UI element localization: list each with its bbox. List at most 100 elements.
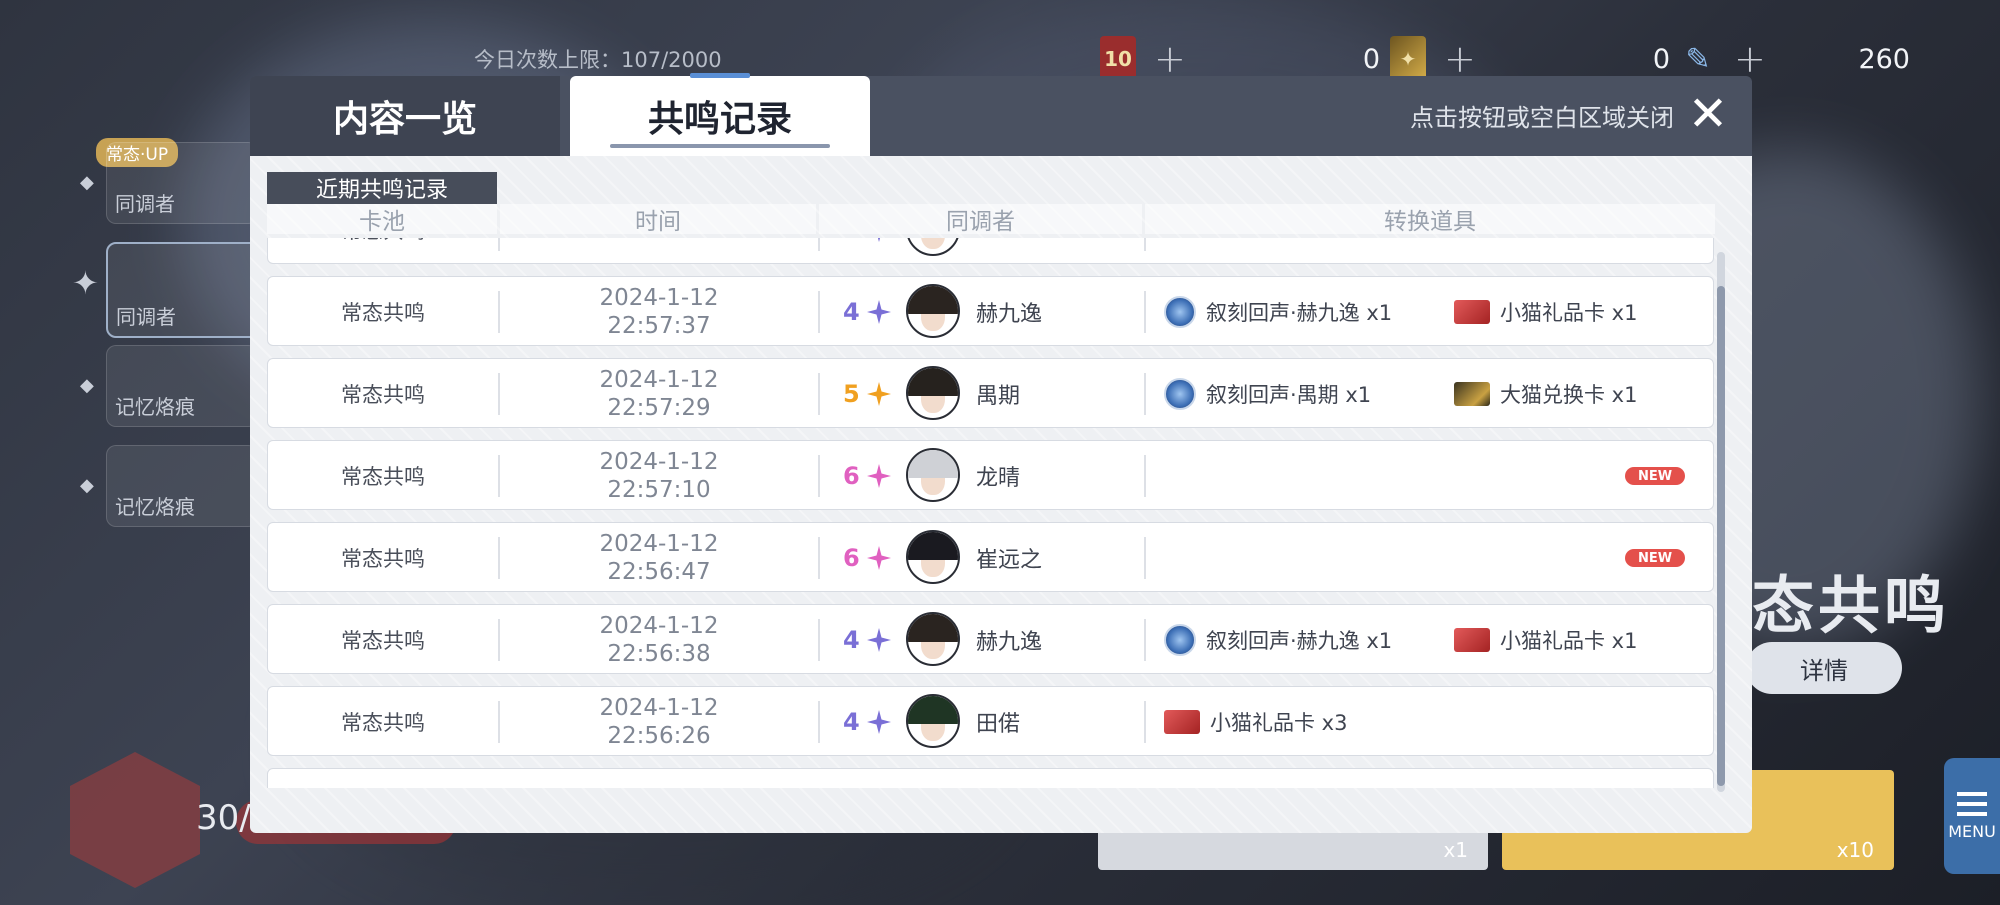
- synchronizer-name: 田偌: [976, 712, 1021, 737]
- record-clock: 22:56:26: [607, 723, 711, 749]
- column-header-time: 时间: [500, 204, 816, 235]
- add-gold-ticket-button[interactable]: +: [1444, 37, 1476, 81]
- column-header-synchronizer: 同调者: [819, 204, 1142, 235]
- record-date: 2024-1-12: [599, 695, 719, 721]
- pool-card-3[interactable]: 记忆烙痕: [106, 345, 258, 427]
- synchronizer-avatar: [906, 612, 960, 666]
- pool-card-2[interactable]: 同调者: [106, 242, 260, 338]
- column-divider: [818, 455, 820, 497]
- synchronizer-avatar: [906, 284, 960, 338]
- rarity-star-icon: [866, 546, 891, 570]
- tab-history[interactable]: 共鸣记录: [570, 73, 870, 156]
- record-pool: 常态共鸣: [341, 711, 425, 735]
- synchronizer-avatar: [906, 448, 960, 502]
- record-clock: 22:57:29: [607, 395, 711, 421]
- card-item: 小猫礼品卡 x3: [1164, 687, 1347, 757]
- synchronizer-avatar: [906, 238, 960, 256]
- column-divider: [818, 373, 820, 415]
- record-pool: 常态共鸣: [341, 301, 425, 325]
- record-pool: 常态共鸣: [268, 238, 498, 265]
- gold-ticket-amount: 0: [1652, 43, 1670, 75]
- gift-card-icon: [1164, 710, 1200, 734]
- close-icon[interactable]: ✕: [1684, 90, 1732, 138]
- record-time: 2024-1-12 22:56:38: [500, 605, 818, 675]
- section-label: 近期共鸣记录: [267, 172, 497, 204]
- tab-overview[interactable]: 内容一览: [250, 76, 560, 156]
- card-item: 小猫礼品卡 x1: [1454, 605, 1637, 675]
- record-row: 常态共鸣 2024-1-12 22:57:29 5 禺期 叙刻回声·禺期 x1 大猫兑换卡 …: [267, 358, 1714, 428]
- rarity-star-icon: [866, 464, 891, 488]
- record-row: 常态共鸣 2024-1-12 22:57:10 6 龙晴 NEW: [267, 440, 1714, 510]
- record-rarity: 6: [843, 523, 893, 593]
- nav-star-icon: ✦: [72, 264, 99, 302]
- modal-body: 近期共鸣记录 卡池 时间 同调者 转换道具 常态共鸣22:57:454常态共鸣2…: [250, 156, 1752, 833]
- rarity-star-icon: [877, 238, 880, 242]
- exchange-card-icon: [1454, 628, 1490, 652]
- column-divider: [818, 238, 820, 251]
- column-header-pool: 卡池: [267, 204, 497, 235]
- echo-item: 叙刻回声·赫九逸 x1: [1164, 277, 1392, 347]
- scrollbar-thumb[interactable]: [1717, 286, 1725, 786]
- record-rarity: 4: [843, 238, 893, 265]
- record-pool: 常态共鸣: [341, 465, 425, 489]
- pull-ten-count: x10: [1836, 838, 1874, 862]
- detail-button[interactable]: 详情: [1746, 642, 1902, 694]
- pool-card-1[interactable]: 同调者: [106, 142, 258, 224]
- modal-header: 内容一览 共鸣记录 点击按钮或空白区域关闭 ✕: [250, 73, 1752, 156]
- echo-item: 叙刻回声·赫九逸 x1: [1164, 605, 1392, 675]
- record-clock: 22:57:37: [607, 313, 711, 339]
- rarity-star-icon: [866, 382, 891, 406]
- mode-title: 态共鸣: [1752, 569, 1951, 642]
- nav-dot: ◆: [80, 375, 94, 396]
- ticket-10-amount: 0: [1362, 43, 1380, 75]
- echo-icon: [1164, 296, 1196, 328]
- record-date: 2024-1-12: [599, 449, 719, 475]
- record-rarity: 4: [843, 277, 893, 347]
- menu-button[interactable]: MENU: [1944, 758, 2000, 874]
- tab-underline: [610, 144, 830, 148]
- record-date: 2024-1-12: [599, 531, 719, 557]
- record-time: 2024-1-12 22:57:29: [500, 359, 818, 429]
- menu-icon: [1957, 791, 1987, 816]
- record-row: 常态共鸣 2024-1-12 22:56:26 4 田偌 小猫礼品卡 x3: [267, 686, 1714, 756]
- column-divider: [818, 701, 820, 743]
- column-divider: [1144, 373, 1146, 415]
- record-time: 2024-1-12 22:57:37: [500, 277, 818, 347]
- pen-amount: 260: [1858, 43, 1910, 75]
- add-ticket-10-button[interactable]: +: [1154, 37, 1186, 81]
- new-badge: NEW: [1625, 467, 1685, 485]
- column-divider: [1144, 238, 1146, 251]
- column-divider: [1144, 291, 1146, 333]
- synchronizer-name: 禺期: [976, 384, 1021, 409]
- record-clock: 22:56:47: [607, 559, 711, 585]
- nav-dot: ◆: [80, 172, 94, 193]
- exchange-card-icon: [1454, 300, 1490, 324]
- record-time: 2024-1-12 22:56:26: [500, 687, 818, 757]
- close-hint: 点击按钮或空白区域关闭: [1410, 104, 1674, 132]
- history-modal: 内容一览 共鸣记录 点击按钮或空白区域关闭 ✕ 近期共鸣记录 卡池 时间 同调者…: [250, 73, 1752, 833]
- record-clock: 22:57:10: [607, 477, 711, 503]
- record-date: 2024-1-12: [599, 367, 719, 393]
- record-rarity: 6: [843, 441, 893, 511]
- synchronizer-name: 龙晴: [976, 466, 1021, 491]
- record-row: 常态共鸣 2024-1-12 22:56:47 6 崔远之 NEW: [267, 522, 1714, 592]
- column-divider: [818, 291, 820, 333]
- add-pen-button[interactable]: +: [1734, 37, 1766, 81]
- card-item: 大猫兑换卡 x1: [1454, 359, 1637, 429]
- synchronizer-avatar: [906, 530, 960, 584]
- echo-item: 叙刻回声·禺期 x1: [1164, 359, 1371, 429]
- record-pool: 常态共鸣: [341, 383, 425, 407]
- echo-icon: [1164, 624, 1196, 656]
- synchronizer-name: 赫九逸: [976, 630, 1043, 655]
- synchronizer-name: 赫九逸: [976, 302, 1043, 327]
- record-clock: 22:57:45: [607, 238, 710, 244]
- pool-card-4[interactable]: 记忆烙痕: [106, 445, 258, 527]
- daily-limit-text: 今日次数上限：107/2000: [474, 48, 722, 72]
- record-list[interactable]: 常态共鸣22:57:454常态共鸣2024-1-1222:57:374赫九逸叙刻…: [267, 238, 1717, 788]
- record-pool: 常态共鸣: [341, 547, 425, 571]
- resource-count: 30/: [196, 798, 251, 838]
- column-divider: [1144, 619, 1146, 661]
- column-divider: [1144, 455, 1146, 497]
- record-rarity: 4: [843, 687, 893, 757]
- record-row: 常态共鸣 22:57:45 4: [267, 238, 1714, 264]
